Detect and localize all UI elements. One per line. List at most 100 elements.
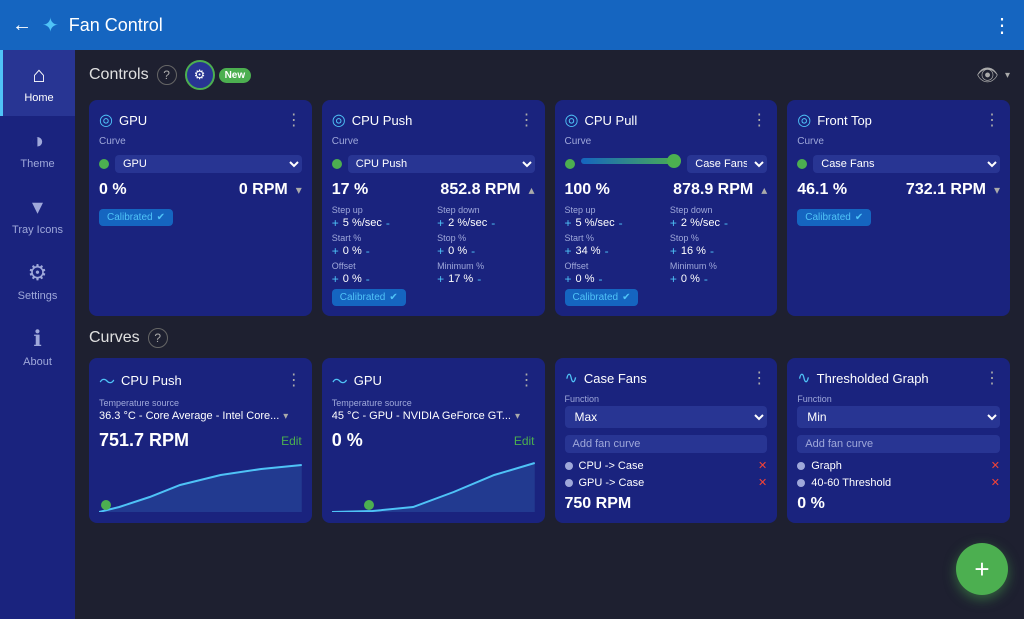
cpu-pull-min-minus[interactable]: -	[704, 273, 708, 285]
thresholded-function-select[interactable]: Min	[797, 406, 1000, 428]
cpu-pull-step-down-val: 2 %/sec	[681, 217, 720, 229]
back-button[interactable]: ←	[12, 14, 32, 37]
cpu-pull-step-down-minus[interactable]: -	[724, 217, 728, 229]
theme-icon: ◑	[31, 128, 44, 154]
sidebar: ⌂ Home ◑ Theme ▾ Tray Icons ⚙ Settings ℹ…	[0, 50, 75, 619]
cpu-pull-curve-select[interactable]: Case Fans	[687, 155, 767, 173]
cpu-push-min-label: Minimum %	[437, 261, 534, 271]
cpu-pull-stop-minus[interactable]: -	[710, 245, 714, 257]
case-fans-rpm: 750 RPM	[565, 495, 768, 513]
gpu-curve-menu[interactable]: ⋮	[519, 370, 535, 390]
cpu-pull-stats: 100 % 878.9 RPM ▴	[565, 181, 768, 199]
gpu-curve-edit[interactable]: Edit	[514, 434, 535, 448]
control-cards-row: ◎ GPU ⋮ Curve GPU 0 % 0 RPM ▾	[89, 100, 1010, 316]
cpu-pull-min-plus[interactable]: +	[670, 273, 677, 285]
cpu-pull-offset-plus[interactable]: +	[565, 273, 572, 285]
cpu-push-curve-menu[interactable]: ⋮	[286, 370, 302, 390]
case-fans-item-0-remove[interactable]: ✕	[758, 459, 767, 472]
controls-help-button[interactable]: ?	[157, 65, 177, 85]
controls-settings-button[interactable]: ⚙	[185, 60, 215, 90]
sidebar-label-home: Home	[24, 92, 53, 104]
gpu-curve-rpm-row: 0 % Edit	[332, 430, 535, 451]
gpu-calibrated-badge: Calibrated ✔	[99, 209, 173, 226]
cpu-push-stop-minus[interactable]: -	[471, 245, 475, 257]
gpu-card-menu[interactable]: ⋮	[286, 110, 302, 130]
cpu-pull-offset-minus[interactable]: -	[598, 273, 602, 285]
thresholded-curve-icon: ∿	[797, 368, 810, 388]
cpu-pull-arrow: ▴	[761, 183, 767, 197]
cpu-pull-calibrated-label: Calibrated	[573, 292, 619, 303]
gpu-curve-title: GPU	[354, 373, 513, 388]
curve-card-thresholded: ∿ Thresholded Graph ⋮ Function Min Add f…	[787, 358, 1010, 523]
cpu-pull-stop-label: Stop %	[670, 233, 767, 243]
cpu-push-header: ◎ CPU Push ⋮	[332, 110, 535, 130]
thresholded-item-1-remove[interactable]: ✕	[991, 476, 1000, 489]
cpu-push-step-up-plus[interactable]: +	[332, 217, 339, 229]
cpu-push-start-plus[interactable]: +	[332, 245, 339, 257]
control-card-cpu-push: ◎ CPU Push ⋮ Curve CPU Push 17 % 852.8 R…	[322, 100, 545, 316]
cpu-pull-slider-track	[581, 158, 682, 164]
cpu-push-step-up-minus[interactable]: -	[386, 217, 390, 229]
case-fans-menu[interactable]: ⋮	[751, 368, 767, 388]
case-fans-item-0-label: CPU -> Case	[579, 460, 644, 472]
cpu-push-curve-edit[interactable]: Edit	[281, 434, 302, 448]
gpu-calibrated-icon: ✔	[157, 212, 165, 223]
thresholded-item-0-remove[interactable]: ✕	[991, 459, 1000, 472]
cpu-push-step-down-minus[interactable]: -	[491, 217, 495, 229]
topbar-menu-button[interactable]: ⋮	[992, 13, 1012, 38]
curves-title: Curves	[89, 329, 140, 347]
cpu-pull-start-minus[interactable]: -	[605, 245, 609, 257]
cpu-pull-min: Minimum % + 0 % -	[670, 261, 767, 285]
cpu-pull-step-down-plus[interactable]: +	[670, 217, 677, 229]
thresholded-add-button[interactable]: Add fan curve	[797, 435, 1000, 453]
thresholded-menu[interactable]: ⋮	[984, 368, 1000, 388]
cpu-push-menu[interactable]: ⋮	[519, 110, 535, 130]
cpu-push-curve-select[interactable]: CPU Push	[348, 155, 535, 173]
case-fans-header: ∿ Case Fans ⋮	[565, 368, 768, 388]
cpu-push-min-plus[interactable]: +	[437, 273, 444, 285]
sidebar-item-home[interactable]: ⌂ Home	[0, 50, 75, 116]
cpu-push-curve-source-chevron: ▾	[283, 411, 288, 422]
front-top-menu[interactable]: ⋮	[984, 110, 1000, 130]
front-top-calibrated: Calibrated ✔	[797, 209, 871, 226]
sidebar-item-tray[interactable]: ▾ Tray Icons	[0, 182, 75, 248]
cpu-pull-slider-thumb[interactable]	[667, 154, 681, 168]
cpu-push-start-minus[interactable]: -	[366, 245, 370, 257]
cpu-pull-step-up-val: 5 %/sec	[576, 217, 615, 229]
case-fans-item-1-remove[interactable]: ✕	[758, 476, 767, 489]
cpu-pull-slider-fill	[581, 158, 682, 164]
case-fans-add-button[interactable]: Add fan curve	[565, 435, 768, 453]
curve-cards-row: 〜 CPU Push ⋮ Temperature source 36.3 °C …	[89, 358, 1010, 523]
gpu-curve-row: Curve	[99, 136, 302, 147]
case-fans-function-label: Function	[565, 394, 768, 404]
sidebar-item-theme[interactable]: ◑ Theme	[0, 116, 75, 182]
add-fab-button[interactable]: +	[956, 543, 1008, 595]
cpu-pull-step-up-minus[interactable]: -	[619, 217, 623, 229]
cpu-pull-stop-plus[interactable]: +	[670, 245, 677, 257]
cpu-push-offset-row: + 0 % -	[332, 273, 429, 285]
cpu-push-stop-plus[interactable]: +	[437, 245, 444, 257]
cpu-push-stats: 17 % 852.8 RPM ▴	[332, 181, 535, 199]
cpu-push-offset-plus[interactable]: +	[332, 273, 339, 285]
cpu-push-pct: 17 %	[332, 181, 368, 199]
cpu-push-step-down-plus[interactable]: +	[437, 217, 444, 229]
case-fans-function-select[interactable]: Max	[565, 406, 768, 428]
cpu-push-offset-minus[interactable]: -	[366, 273, 370, 285]
sidebar-label-about: About	[23, 356, 52, 368]
gpu-curve-source-val: 45 °C - GPU - NVIDIA GeForce GT... ▾	[332, 410, 535, 422]
visibility-button[interactable]: 👁	[976, 65, 999, 86]
visibility-chevron: ▾	[1005, 70, 1010, 81]
gpu-curve-select[interactable]: GPU	[115, 155, 302, 173]
sidebar-item-settings[interactable]: ⚙ Settings	[0, 248, 75, 314]
sidebar-item-about[interactable]: ℹ About	[0, 314, 75, 380]
front-top-curve-select[interactable]: Case Fans	[813, 155, 1000, 173]
cpu-pull-start-val: 34 %	[576, 245, 601, 257]
cpu-pull-step-up-plus[interactable]: +	[565, 217, 572, 229]
cpu-pull-menu[interactable]: ⋮	[751, 110, 767, 130]
curves-help-button[interactable]: ?	[148, 328, 168, 348]
case-fans-title: Case Fans	[584, 371, 745, 386]
home-icon: ⌂	[32, 62, 45, 88]
case-fans-item-1-dot	[565, 479, 573, 487]
cpu-pull-start-plus[interactable]: +	[565, 245, 572, 257]
cpu-push-min-minus[interactable]: -	[477, 273, 481, 285]
